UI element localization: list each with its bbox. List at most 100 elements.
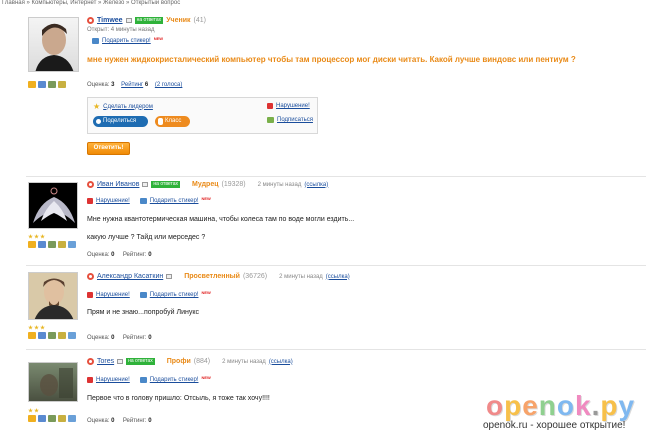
answer-author-link[interactable]: Александр Касаткин (97, 273, 163, 280)
score-label: Оценка: (87, 418, 110, 424)
answer-header: Александр Касаткин Просветленный (36726)… (87, 273, 350, 280)
divider (26, 349, 646, 350)
watermark-letter: o (556, 390, 576, 421)
rating-label: Рейтинг: (122, 252, 147, 258)
online-badge: на ответах (134, 17, 164, 24)
mail-icon[interactable] (166, 274, 173, 279)
question-score: Оценка: 3 Рейтинг 6 (2 голоса) (87, 82, 182, 88)
gift-icon (139, 198, 147, 204)
subscribe-link[interactable]: Подписаться (277, 117, 313, 123)
violation-link[interactable]: Нарушение! (96, 292, 130, 298)
violation-link[interactable]: Нарушение! (96, 198, 130, 204)
watermark-letter: y (618, 390, 636, 421)
answer-time: 2 минуты назад (257, 181, 302, 188)
answer-permalink[interactable]: (ссылка) (304, 182, 328, 188)
answer-avatar[interactable] (28, 182, 78, 229)
answer-user-icons (28, 415, 76, 422)
violation-link[interactable]: Нарушение! (96, 377, 130, 383)
answer-rating-stars (28, 234, 45, 239)
watermark-letter: o (486, 390, 505, 421)
gift-sticker-link[interactable]: Подарить стикер! (102, 38, 151, 44)
answer-actions-row: Нарушение! Подарить стикер! NEW (87, 375, 211, 383)
answer-user-icons (28, 332, 76, 339)
rating-label: Рейтинг: (122, 335, 147, 341)
score-value: 0 (111, 252, 115, 258)
mail-icon[interactable] (142, 182, 149, 187)
breadcrumb[interactable]: Главная » Компьютеры, Интернет » Железо … (2, 0, 180, 6)
author-rank-points: (36726) (242, 273, 268, 280)
online-badge: на ответах (151, 181, 181, 188)
answer-author-link[interactable]: Tores (97, 358, 114, 365)
question-opened-time: Открыт: 4 минуты назад (87, 27, 155, 33)
answer-score: Оценка: 0 Рейтинг: 0 (87, 335, 152, 341)
user-status-icon (87, 273, 94, 280)
violation-icon (87, 292, 93, 298)
gift-sticker-link[interactable]: Подарить стикер! (150, 292, 199, 298)
question-actions-box: ★ Сделать лидером Нарушение! Поделиться … (87, 97, 318, 134)
gift-icon (139, 292, 147, 298)
author-rank: Профи (166, 358, 191, 365)
make-leader-row[interactable]: ★ Сделать лидером (93, 102, 153, 111)
share-button[interactable]: Поделиться (93, 116, 148, 127)
violation-row[interactable]: Нарушение! (267, 103, 310, 109)
author-rank-points: (41) (193, 17, 206, 24)
question-gift-row[interactable]: Подарить стикер! NEW (92, 35, 164, 44)
divider (26, 176, 646, 177)
watermark-logo: openok.py (486, 390, 635, 422)
score-value: 3 (111, 82, 115, 88)
author-rank: Мудрец (192, 181, 219, 188)
klass-button[interactable]: Класс (155, 116, 190, 127)
user-status-icon (87, 358, 94, 365)
question-author-link[interactable]: Timwee (97, 17, 123, 24)
author-rank-points: (19328) (221, 181, 246, 188)
rating-label: Рейтинг: (122, 418, 147, 424)
user-status-icon (87, 181, 94, 188)
mail-icon[interactable] (117, 359, 124, 364)
mail-icon[interactable] (125, 18, 132, 23)
answer-actions-row: Нарушение! Подарить стикер! NEW (87, 195, 211, 204)
subscribe-icon (267, 117, 274, 123)
answer-text: Мне нужна квантотермическая машина, чтоб… (87, 216, 355, 223)
violation-icon (87, 198, 93, 204)
watermark-letter: p (600, 390, 619, 421)
answer-score: Оценка: 0 Рейтинг: 0 (87, 418, 152, 424)
subscribe-row[interactable]: Подписаться (267, 117, 313, 123)
gift-sticker-link[interactable]: Подарить стикер! (150, 377, 199, 383)
user-status-icon (87, 17, 94, 24)
violation-icon (87, 377, 93, 383)
answer-score: Оценка: 0 Рейтинг: 0 (87, 252, 152, 258)
author-rank: Ученик (166, 17, 191, 24)
answer-author-link[interactable]: Иван Иванов (97, 181, 139, 188)
score-value: 0 (111, 335, 115, 341)
gift-icon (92, 38, 99, 44)
author-rank: Просветленный (184, 273, 240, 280)
answer-time: 2 минуты назад (222, 358, 266, 365)
rating-value: 6 (144, 82, 149, 88)
make-leader-link[interactable]: Сделать лидером (103, 104, 153, 110)
answer-permalink[interactable]: (ссылка) (269, 359, 293, 365)
question-header: Timwee на ответах Ученик (41) (87, 17, 206, 24)
question-avatar[interactable] (28, 17, 79, 72)
answer-avatar[interactable] (28, 362, 78, 402)
score-label: Оценка: (87, 82, 110, 88)
new-badge: NEW (201, 195, 211, 201)
violation-link[interactable]: Нарушение! (276, 103, 310, 109)
answer-actions-row: Нарушение! Подарить стикер! NEW (87, 290, 211, 298)
gift-sticker-link[interactable]: Подарить стикер! (150, 198, 199, 204)
new-badge: NEW (153, 35, 164, 41)
answer-header: Tores на ответах Профи (884) 2 минуты на… (87, 358, 293, 365)
rating-value: 0 (148, 418, 152, 424)
rating-link[interactable]: Рейтинг (121, 82, 143, 88)
star-icon: ★ (93, 102, 101, 111)
answer-permalink[interactable]: (ссылка) (326, 274, 350, 280)
votes-link[interactable]: (2 голоса) (155, 82, 183, 88)
score-label: Оценка: (87, 335, 110, 341)
answer-avatar[interactable] (28, 272, 78, 320)
rating-value: 0 (148, 335, 152, 341)
online-badge: на ответах (126, 358, 155, 365)
answer-rating-stars (28, 408, 39, 413)
rating-value: 0 (148, 252, 152, 258)
watermark-letter: e (522, 390, 539, 421)
watermark-letter: k (575, 390, 592, 421)
answer-button[interactable]: Ответить! (87, 142, 130, 155)
